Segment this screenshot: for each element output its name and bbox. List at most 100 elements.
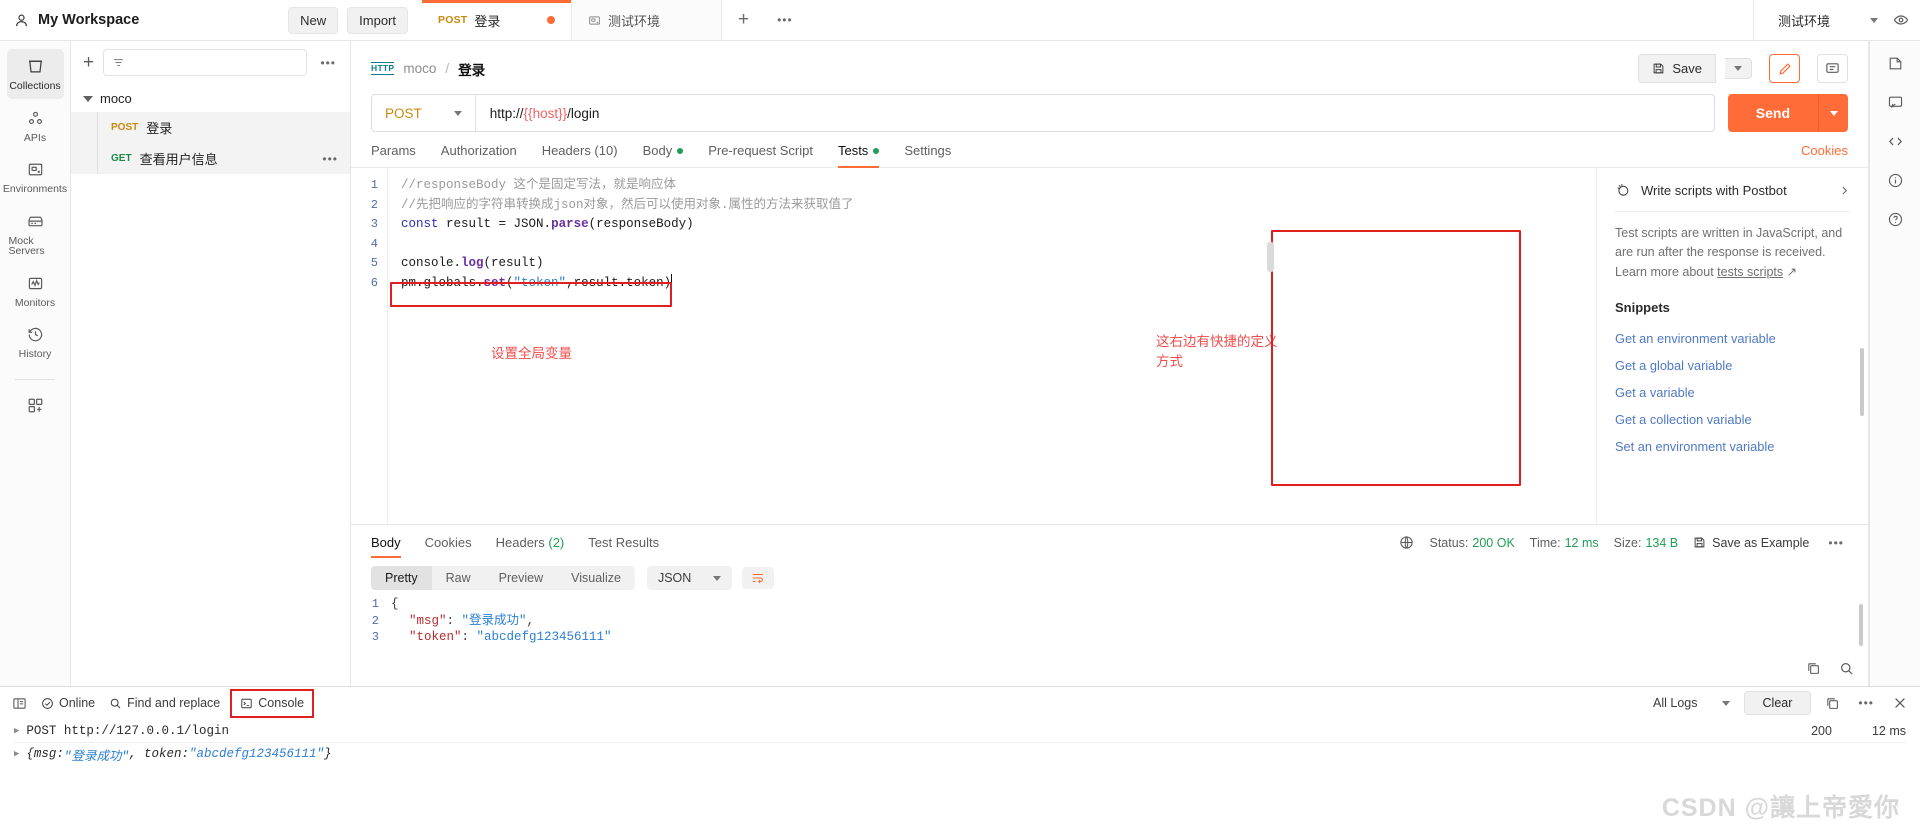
documentation-icon[interactable] bbox=[1887, 55, 1904, 72]
comments-icon[interactable] bbox=[1887, 94, 1904, 111]
response-scrollbar[interactable] bbox=[1859, 604, 1863, 646]
editor-resize-handle[interactable] bbox=[1267, 242, 1274, 272]
create-new-button[interactable]: + bbox=[83, 53, 94, 72]
request-pane: HTTP moco / 登录 Save POST http://{{host}}… bbox=[351, 41, 1869, 524]
request-tab-environment[interactable]: 测试环境 bbox=[572, 0, 722, 40]
eye-icon[interactable] bbox=[1892, 11, 1910, 29]
response-language-select[interactable]: JSON bbox=[646, 566, 733, 590]
code-line: 3 const result = JSON.parse(responseBody) bbox=[351, 215, 1596, 235]
edit-request-button[interactable] bbox=[1769, 54, 1800, 83]
copy-icon[interactable] bbox=[1806, 661, 1821, 676]
toggle-sidebar-icon[interactable] bbox=[12, 696, 27, 711]
search-icon[interactable] bbox=[1839, 661, 1854, 676]
info-circle-icon[interactable] bbox=[1887, 172, 1904, 189]
cookies-link[interactable]: Cookies bbox=[1801, 143, 1848, 167]
line-number: 1 bbox=[371, 597, 379, 611]
send-button[interactable]: Send bbox=[1727, 94, 1818, 132]
add-panel-button[interactable] bbox=[7, 388, 64, 422]
tab-headers[interactable]: Headers (10) bbox=[542, 143, 618, 167]
chevron-down-icon bbox=[453, 110, 462, 116]
sidebar-item-mock-servers[interactable]: Mock Servers bbox=[7, 204, 64, 264]
modified-dot-icon bbox=[677, 147, 684, 154]
clear-console-button[interactable]: Clear bbox=[1743, 691, 1812, 715]
sidebar-item-environments[interactable]: Environments bbox=[3, 152, 67, 202]
send-options-button[interactable] bbox=[1818, 94, 1848, 132]
helper-scrollbar[interactable] bbox=[1860, 348, 1864, 416]
collection-row-moco[interactable]: moco bbox=[71, 85, 350, 112]
new-button[interactable]: New bbox=[288, 6, 339, 34]
http-method-select[interactable]: POST bbox=[372, 95, 476, 131]
save-options-button[interactable] bbox=[1725, 58, 1752, 79]
left-rail: Collections APIs Environments Mock Serve… bbox=[0, 41, 71, 686]
copy-icon[interactable] bbox=[1825, 696, 1840, 711]
console-options-button[interactable]: ••• bbox=[1854, 696, 1878, 710]
grid-plus-icon bbox=[26, 396, 45, 415]
sidebar-request-userinfo[interactable]: GET 查看用户信息 ••• bbox=[71, 143, 350, 174]
console-response-prefix: {msg: bbox=[26, 747, 64, 761]
main-body: Collections APIs Environments Mock Serve… bbox=[0, 41, 1920, 686]
tab-params[interactable]: Params bbox=[371, 143, 416, 167]
snippet-get-variable[interactable]: Get a variable bbox=[1615, 379, 1850, 406]
tab-pre-request-script[interactable]: Pre-request Script bbox=[708, 143, 813, 167]
tests-scripts-link[interactable]: tests scripts bbox=[1717, 265, 1783, 279]
code-icon[interactable] bbox=[1887, 133, 1904, 150]
save-as-example-button[interactable]: Save as Example bbox=[1693, 536, 1809, 550]
wrap-lines-button[interactable] bbox=[742, 567, 775, 589]
sidebar-item-monitors[interactable]: Monitors bbox=[7, 266, 64, 316]
console-toggle-button[interactable]: Console bbox=[230, 689, 315, 718]
format-pretty-button[interactable]: Pretty bbox=[371, 566, 432, 590]
rail-label: History bbox=[18, 348, 52, 360]
format-preview-button[interactable]: Preview bbox=[484, 566, 558, 590]
request-options-button[interactable]: ••• bbox=[322, 152, 338, 166]
environments-icon bbox=[26, 160, 45, 179]
sidebar-request-login[interactable]: POST 登录 bbox=[71, 112, 350, 143]
response-body-json[interactable]: 1{ 2 "msg": "登录成功", 3 "token": "abcdefg123… bbox=[351, 596, 1868, 686]
filter-input[interactable] bbox=[103, 49, 308, 76]
check-circle-icon bbox=[41, 697, 54, 710]
tab-authorization[interactable]: Authorization bbox=[441, 143, 517, 167]
online-status[interactable]: Online bbox=[41, 696, 95, 710]
line-number: 2 bbox=[371, 613, 379, 628]
response-tab-test-results[interactable]: Test Results bbox=[588, 535, 659, 558]
sidebar-item-collections[interactable]: Collections bbox=[6, 49, 64, 99]
expand-triangle-icon[interactable]: ▶ bbox=[14, 749, 19, 759]
url-input[interactable]: http://{{host}}/login bbox=[476, 106, 1714, 121]
close-icon[interactable] bbox=[1892, 695, 1908, 711]
breadcrumb-collection[interactable]: moco bbox=[403, 61, 436, 76]
all-logs-select[interactable]: All Logs bbox=[1653, 696, 1730, 710]
tab-title: 测试环境 bbox=[608, 13, 661, 29]
tab-options-button[interactable]: ••• bbox=[765, 0, 805, 40]
response-options-button[interactable]: ••• bbox=[1824, 536, 1848, 550]
sidebar-item-apis[interactable]: APIs bbox=[7, 101, 64, 151]
environment-selector[interactable]: 测试环境 bbox=[1770, 7, 1886, 34]
console-log-list: ▶ POST http://127.0.0.1/login 200 12 ms … bbox=[0, 719, 1920, 765]
expand-triangle-icon[interactable]: ▶ bbox=[14, 726, 19, 736]
response-tab-headers[interactable]: Headers (2) bbox=[496, 535, 565, 558]
tab-settings[interactable]: Settings bbox=[904, 143, 951, 167]
monitors-icon bbox=[26, 274, 45, 293]
sidebar-options-button[interactable]: ••• bbox=[316, 56, 340, 70]
tab-tests[interactable]: Tests bbox=[837, 143, 880, 168]
response-tab-cookies[interactable]: Cookies bbox=[425, 535, 472, 558]
format-raw-button[interactable]: Raw bbox=[431, 566, 485, 590]
find-and-replace-button[interactable]: Find and replace bbox=[109, 696, 220, 710]
postbot-row[interactable]: Write scripts with Postbot bbox=[1615, 182, 1850, 212]
tab-body[interactable]: Body bbox=[643, 143, 684, 167]
snippet-set-environment-variable[interactable]: Set an environment variable bbox=[1615, 433, 1850, 460]
request-tab-login[interactable]: POST 登录 bbox=[422, 0, 572, 40]
snippet-get-global-variable[interactable]: Get a global variable bbox=[1615, 352, 1850, 379]
snippet-get-environment-variable[interactable]: Get an environment variable bbox=[1615, 325, 1850, 352]
rail-label: Mock Servers bbox=[8, 234, 45, 257]
snippet-get-collection-variable[interactable]: Get a collection variable bbox=[1615, 406, 1850, 433]
format-visualize-button[interactable]: Visualize bbox=[557, 566, 635, 590]
tests-script-editor[interactable]: 1//responseBody 这个是固定写法，就是响应体 2//先把响应的字符… bbox=[351, 168, 1596, 524]
save-button[interactable]: Save bbox=[1638, 54, 1716, 83]
help-circle-icon[interactable] bbox=[1887, 211, 1904, 228]
sidebar-item-history[interactable]: History bbox=[7, 317, 64, 367]
console-log-entry[interactable]: ▶ {msg: "登录成功", token: "abcdefg123456111… bbox=[14, 742, 1906, 765]
import-button[interactable]: Import bbox=[347, 6, 408, 34]
new-tab-button[interactable]: + bbox=[722, 0, 765, 40]
console-log-entry[interactable]: ▶ POST http://127.0.0.1/login 200 12 ms bbox=[14, 719, 1906, 742]
comment-button[interactable] bbox=[1817, 54, 1848, 83]
response-tab-body[interactable]: Body bbox=[371, 535, 401, 558]
